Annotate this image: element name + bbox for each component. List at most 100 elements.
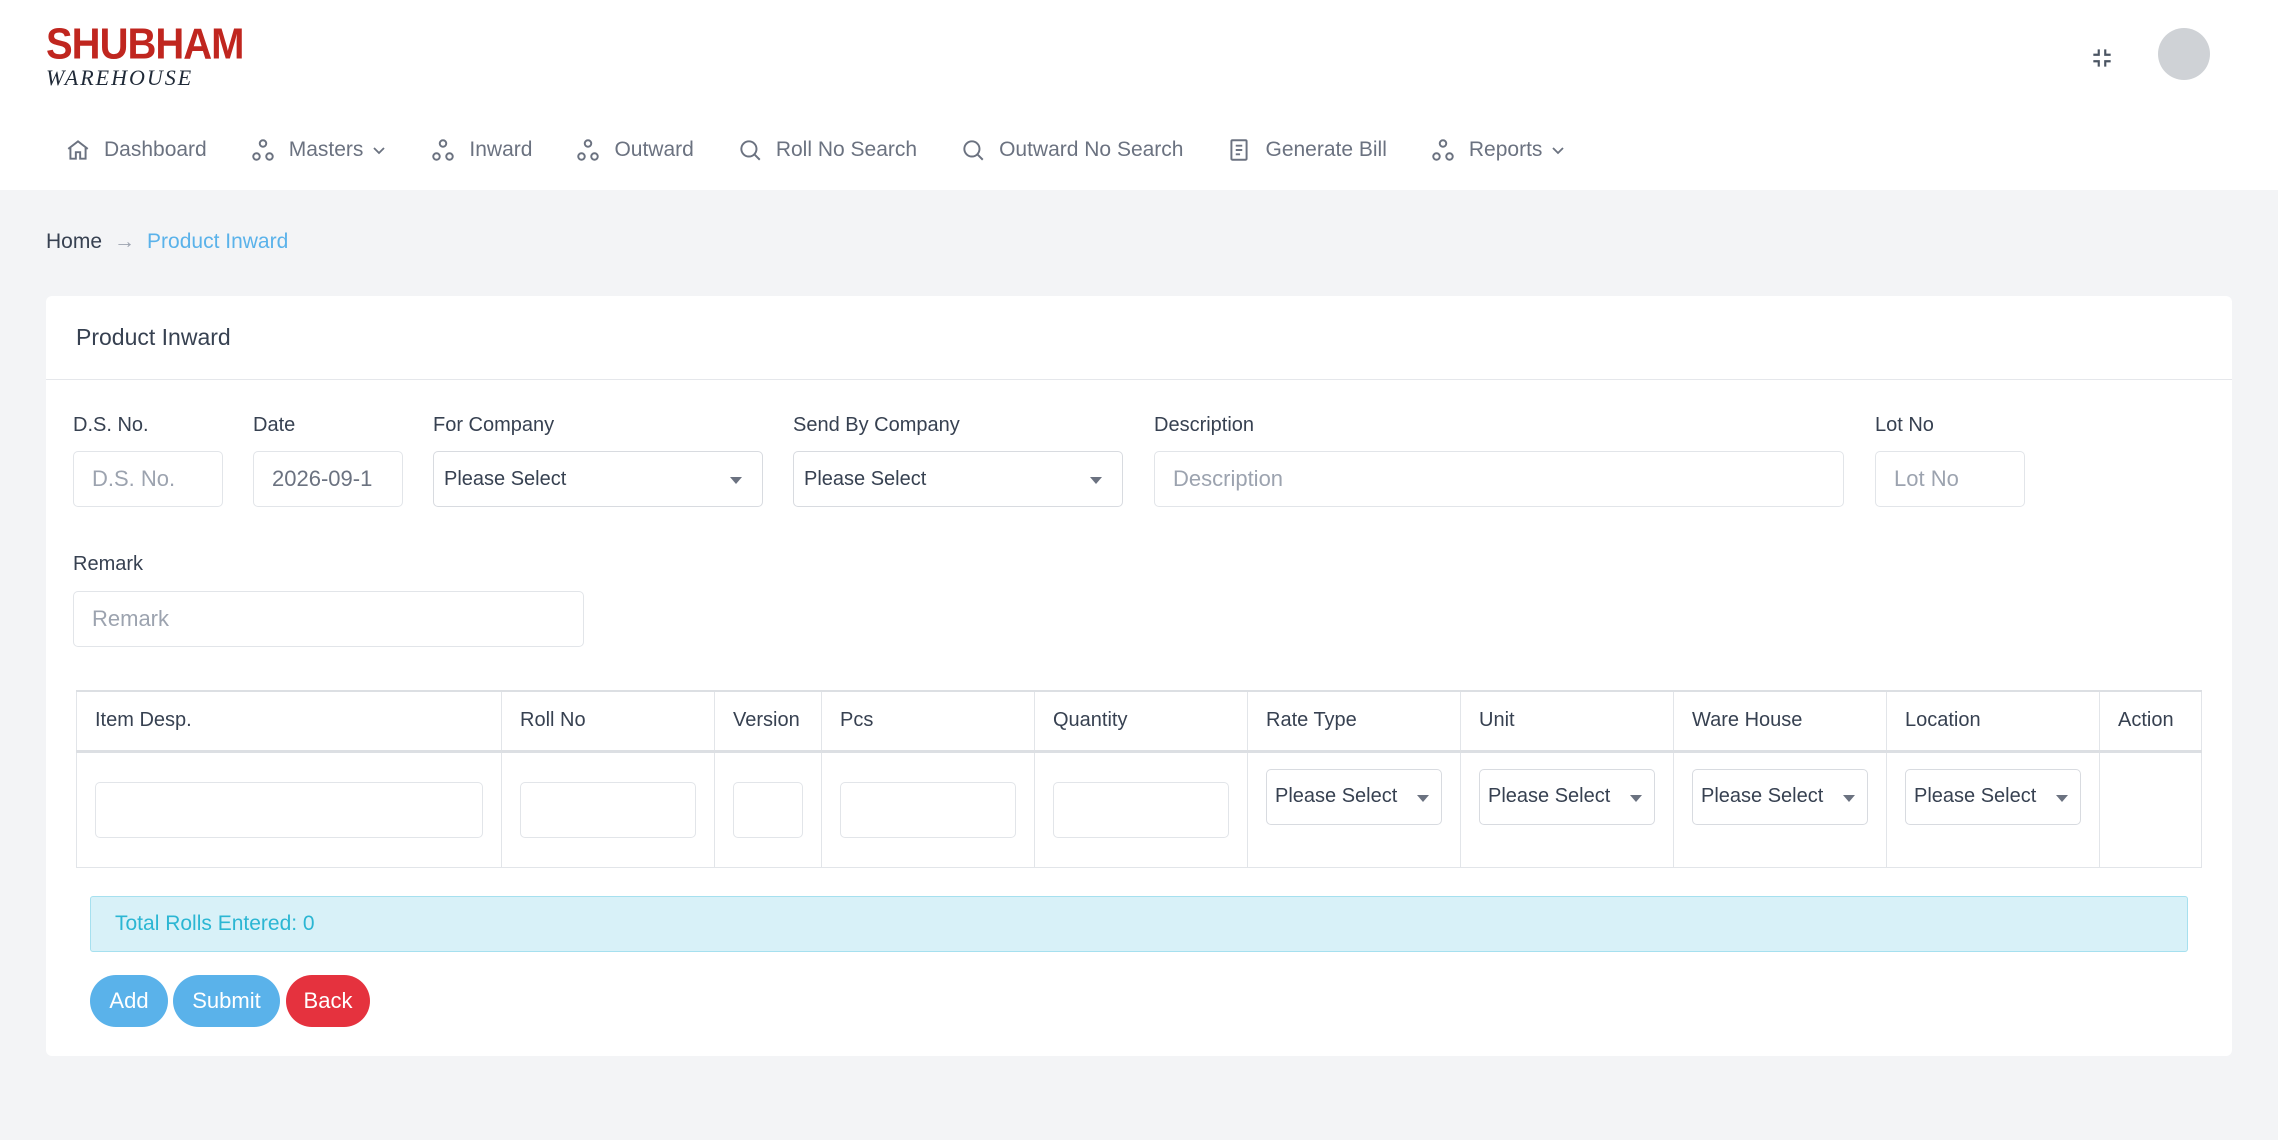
nav-item-masters[interactable]: Masters bbox=[249, 136, 388, 164]
location-select[interactable]: Please Select bbox=[1905, 768, 2081, 825]
send-by-company-select[interactable]: Please Select bbox=[793, 451, 1123, 507]
caret-down-icon bbox=[1417, 794, 1429, 802]
lot-no-label: Lot No bbox=[1875, 414, 1934, 436]
document-icon bbox=[1225, 136, 1253, 164]
send-by-company-label: Send By Company bbox=[793, 414, 960, 436]
nav-item-roll-no-search[interactable]: Roll No Search bbox=[736, 136, 917, 164]
table-row: Please Select Please Select Please Selec… bbox=[76, 751, 2202, 868]
add-button[interactable]: Add bbox=[90, 975, 168, 1027]
cell-pcs bbox=[821, 751, 1035, 868]
description-label: Description bbox=[1154, 414, 1255, 436]
col-quantity: Quantity bbox=[1034, 690, 1248, 753]
search-icon bbox=[736, 136, 764, 164]
search-icon bbox=[959, 136, 987, 164]
rate-type-select[interactable]: Please Select bbox=[1266, 768, 1442, 825]
brand-name: SHUBHAM bbox=[46, 19, 244, 69]
remark-input[interactable] bbox=[73, 591, 584, 647]
nav-label: Masters bbox=[288, 138, 364, 161]
select-value: Please Select bbox=[804, 467, 927, 490]
nav-item-inward[interactable]: Inward bbox=[429, 136, 532, 164]
col-version: Version bbox=[714, 690, 822, 753]
top-header: SHUBHAM WAREHOUSE Dashboard Masters Inwa… bbox=[0, 0, 2278, 190]
col-ware-house: Ware House bbox=[1673, 690, 1887, 753]
nodes-icon bbox=[249, 136, 277, 164]
nav-label: Roll No Search bbox=[775, 138, 918, 161]
card-title: Product Inward bbox=[46, 296, 2232, 380]
total-rolls-alert: Total Rolls Entered: 0 bbox=[90, 896, 2188, 952]
col-rate-type: Rate Type bbox=[1247, 690, 1461, 753]
cell-location: Please Select bbox=[1886, 751, 2100, 868]
nav-item-generate-bill[interactable]: Generate Bill bbox=[1225, 136, 1387, 164]
ds-no-label: D.S. No. bbox=[73, 414, 149, 436]
nodes-icon bbox=[429, 136, 457, 164]
brand-subtitle: WAREHOUSE bbox=[46, 65, 194, 90]
submit-button[interactable]: Submit bbox=[173, 975, 280, 1027]
nav-label: Inward bbox=[469, 138, 533, 161]
nodes-icon bbox=[1429, 136, 1457, 164]
table-header-row: Item Desp. Roll No Version Pcs Quantity … bbox=[76, 690, 2202, 753]
caret-down-icon bbox=[2056, 794, 2068, 802]
back-button[interactable]: Back bbox=[286, 975, 370, 1027]
caret-down-icon bbox=[1630, 794, 1642, 802]
cell-action bbox=[2099, 751, 2202, 868]
nav-item-reports[interactable]: Reports bbox=[1429, 136, 1567, 164]
ds-no-input[interactable] bbox=[73, 451, 223, 507]
nav-item-outward[interactable]: Outward bbox=[574, 136, 694, 164]
cell-rate-type: Please Select bbox=[1247, 751, 1461, 868]
breadcrumb: Home → Product Inward bbox=[46, 230, 288, 254]
home-icon bbox=[64, 136, 92, 164]
breadcrumb-home[interactable]: Home bbox=[46, 230, 102, 254]
cell-quantity bbox=[1034, 751, 1248, 868]
select-value: Please Select bbox=[1275, 785, 1398, 807]
version-input[interactable] bbox=[733, 781, 803, 838]
chevron-down-icon bbox=[1550, 142, 1566, 158]
description-input[interactable] bbox=[1154, 451, 1844, 507]
pcs-input[interactable] bbox=[840, 781, 1016, 838]
cell-roll-no bbox=[501, 751, 715, 868]
date-label: Date bbox=[253, 414, 296, 436]
unit-select[interactable]: Please Select bbox=[1479, 768, 1655, 825]
select-value: Please Select bbox=[444, 467, 567, 490]
breadcrumb-separator: → bbox=[114, 230, 136, 253]
nav-item-outward-no-search[interactable]: Outward No Search bbox=[959, 136, 1183, 164]
cell-item-desp bbox=[76, 751, 502, 868]
col-item-desp: Item Desp. bbox=[76, 690, 502, 753]
caret-down-icon bbox=[1843, 794, 1855, 802]
item-desp-input[interactable] bbox=[95, 781, 483, 838]
fullscreen-exit-icon bbox=[2093, 49, 2111, 67]
for-company-select[interactable]: Please Select bbox=[433, 451, 763, 507]
nav-label: Generate Bill bbox=[1265, 138, 1387, 161]
cell-version bbox=[714, 751, 822, 868]
cell-ware-house: Please Select bbox=[1673, 751, 1887, 868]
fullscreen-exit-button[interactable] bbox=[2080, 36, 2124, 80]
caret-down-icon bbox=[730, 477, 742, 484]
product-inward-card: Product Inward D.S. No. Date For Company… bbox=[46, 296, 2232, 1056]
roll-no-input[interactable] bbox=[520, 781, 696, 838]
brand-logo[interactable]: SHUBHAM WAREHOUSE bbox=[46, 19, 244, 90]
nav-label: Reports bbox=[1468, 138, 1543, 161]
caret-down-icon bbox=[1090, 477, 1102, 484]
ware-house-select[interactable]: Please Select bbox=[1692, 768, 1868, 825]
quantity-input[interactable] bbox=[1053, 781, 1229, 838]
select-value: Please Select bbox=[1701, 785, 1824, 807]
user-avatar[interactable] bbox=[2158, 28, 2210, 80]
nav-label: Outward bbox=[614, 138, 694, 161]
date-input[interactable] bbox=[253, 451, 403, 507]
col-pcs: Pcs bbox=[821, 690, 1035, 753]
select-value: Please Select bbox=[1488, 785, 1611, 807]
col-action: Action bbox=[2099, 690, 2202, 753]
items-table: Item Desp. Roll No Version Pcs Quantity … bbox=[76, 690, 2202, 868]
total-rolls-text: Total Rolls Entered: 0 bbox=[115, 912, 315, 935]
col-location: Location bbox=[1886, 690, 2100, 753]
nav-label: Dashboard bbox=[104, 138, 207, 161]
nav-label: Outward No Search bbox=[999, 138, 1184, 161]
col-unit: Unit bbox=[1460, 690, 1674, 753]
nav-item-dashboard[interactable]: Dashboard bbox=[64, 136, 207, 164]
main-nav: Dashboard Masters Inward Outward Roll No… bbox=[64, 130, 1608, 170]
breadcrumb-current: Product Inward bbox=[147, 230, 289, 253]
select-value: Please Select bbox=[1914, 785, 2037, 807]
lot-no-input[interactable] bbox=[1875, 451, 2025, 507]
remark-label: Remark bbox=[73, 553, 144, 575]
chevron-down-icon bbox=[371, 142, 387, 158]
cell-unit: Please Select bbox=[1460, 751, 1674, 868]
